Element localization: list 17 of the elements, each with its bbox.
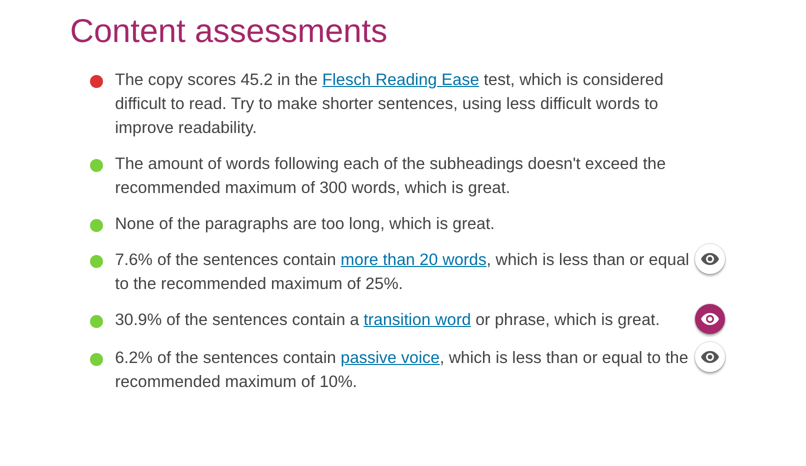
text-link[interactable]: more than 20 words [340, 251, 486, 269]
highlight-button[interactable] [695, 342, 725, 372]
assessment-text: 6.2% of the sentences contain passive voice, which is less than or equal to the recommended maximum of 10%. [115, 348, 690, 393]
eye-icon [701, 253, 719, 265]
text-link[interactable]: Flesch Reading Ease [322, 71, 480, 89]
assessment-text: The copy scores 45.2 in the Flesch Reading Ease test, which is considered difficult to read. Try to make shorter sentences, using less difficult words to improve readability. [115, 70, 664, 139]
highlight-button[interactable] [695, 244, 725, 274]
assessment-text: None of the paragraphs are too long, which is great. [115, 214, 496, 235]
eye-icon [701, 351, 719, 363]
text-link[interactable]: transition word [364, 311, 471, 329]
assessment-text: The amount of words following each of the subheadings doesn't exceed the recommended maximum of 300 words, which is great. [115, 154, 667, 199]
eye-icon [701, 313, 719, 325]
text-link[interactable]: passive voice [340, 349, 440, 367]
assessment-text: 7.6% of the sentences contain more than 20 words, which is less than or equal to the recommended maximum of 25%. [115, 250, 690, 295]
section-title: Content assessments [70, 12, 388, 50]
highlight-button[interactable] [695, 304, 725, 334]
assessment-text: 30.9% of the sentences contain a transition word or phrase, which is great. [115, 310, 661, 331]
